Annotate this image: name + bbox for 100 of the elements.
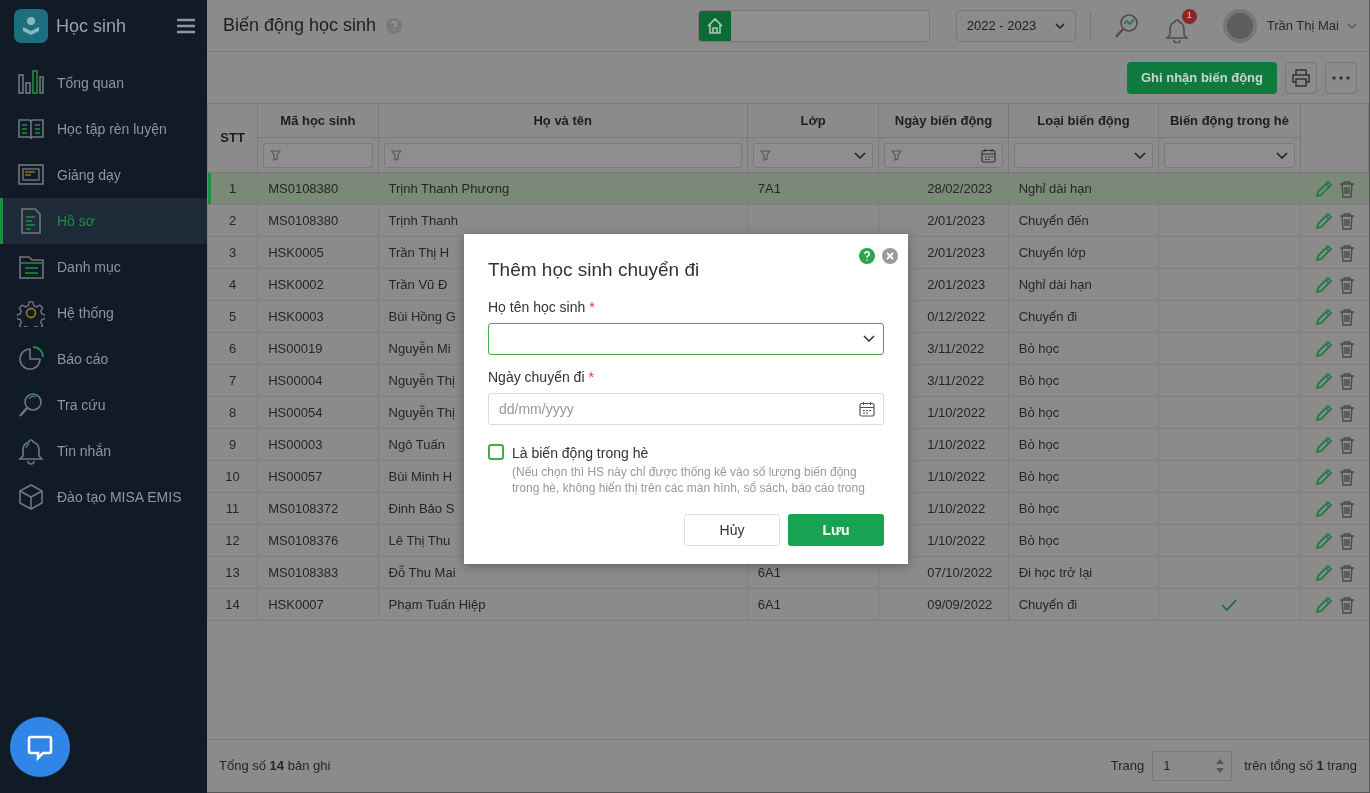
menu-icon[interactable] <box>177 18 195 34</box>
filter-field[interactable] <box>1013 142 1154 168</box>
help-icon[interactable] <box>386 17 403 34</box>
school-year-select[interactable]: 2022 - 2023 <box>955 9 1076 42</box>
table-cell: 3/11/2022 <box>927 340 985 356</box>
edit-button[interactable] <box>1314 211 1333 230</box>
table-cell: 2/01/2023 <box>927 212 986 228</box>
school-field[interactable] <box>697 9 930 42</box>
delete-button[interactable] <box>1338 307 1355 326</box>
sidebar-item[interactable]: Báo cáo <box>0 336 207 382</box>
notification-count: 1 <box>1181 8 1197 24</box>
table-cell: HSK0007 <box>268 596 324 612</box>
print-button[interactable] <box>1285 61 1317 94</box>
chat-button[interactable] <box>10 717 70 777</box>
lookup-button[interactable] <box>1112 12 1139 39</box>
cube-icon <box>17 483 45 511</box>
table-cell: MS0108380 <box>268 180 339 196</box>
record-count: Tổng số 14 bản ghi <box>219 757 331 776</box>
home-icon <box>705 16 724 35</box>
delete-button[interactable] <box>1338 595 1355 614</box>
notification-button[interactable]: 1 <box>1164 8 1197 43</box>
delete-button[interactable] <box>1338 499 1355 518</box>
date-field[interactable]: dd/mm/yyyy <box>488 392 884 425</box>
table-cell: HSK0005 <box>268 244 324 260</box>
calendar-icon[interactable] <box>859 400 875 417</box>
edit-button[interactable] <box>1314 435 1333 454</box>
more-button[interactable] <box>1325 61 1357 94</box>
filter-field[interactable] <box>884 142 1003 168</box>
table-cell: HS00003 <box>268 436 323 452</box>
edit-button[interactable] <box>1314 307 1333 326</box>
printer-icon <box>1291 68 1311 87</box>
filter-field[interactable] <box>752 142 874 168</box>
sidebar-item[interactable]: Danh mục <box>0 244 207 290</box>
delete-button[interactable] <box>1338 179 1355 198</box>
edit-button[interactable] <box>1314 243 1333 262</box>
delete-button[interactable] <box>1338 403 1355 422</box>
table-cell: Lê Thị Thu <box>388 532 451 548</box>
trash-icon <box>1338 531 1355 550</box>
edit-button[interactable] <box>1314 275 1333 294</box>
sidebar-item[interactable]: Đào tạo MISA EMIS <box>0 474 207 520</box>
trash-icon <box>1338 403 1355 422</box>
column-header: Loại biến động <box>1008 103 1159 138</box>
trash-icon <box>1338 595 1355 614</box>
edit-button[interactable] <box>1314 339 1333 358</box>
summer-checkbox[interactable] <box>488 443 504 460</box>
pencil-icon <box>1314 531 1333 550</box>
table-cell: Chuyển đi <box>1018 308 1078 324</box>
student-select[interactable] <box>488 322 884 355</box>
delete-button[interactable] <box>1338 371 1355 390</box>
table-row[interactable]: 1 MS0108380 Trịnh Thanh Phương 7A1 28/02/2023 Nghỉ dài hạn <box>207 172 1369 205</box>
trash-icon <box>1338 179 1355 198</box>
sidebar-item[interactable]: Học tập rèn luyện <box>0 106 207 152</box>
bell-icon <box>1164 16 1189 43</box>
column-header: Ngày biến động <box>878 103 1009 138</box>
filter-field[interactable] <box>383 142 742 168</box>
delete-button[interactable] <box>1338 275 1355 294</box>
sidebar-item[interactable]: Hồ sơ <box>0 198 207 244</box>
edit-button[interactable] <box>1314 531 1333 550</box>
page-number-field[interactable]: 1 <box>1152 751 1233 781</box>
table-cell: 1/10/2022 <box>927 404 986 420</box>
delete-button[interactable] <box>1338 531 1355 550</box>
sidebar-item[interactable]: Tổng quan <box>0 60 207 106</box>
sidebar-item[interactable]: Tin nhắn <box>0 428 207 474</box>
delete-button[interactable] <box>1338 435 1355 454</box>
user-avatar[interactable] <box>1222 8 1257 43</box>
delete-button[interactable] <box>1338 243 1355 262</box>
edit-button[interactable] <box>1314 563 1333 582</box>
trash-icon <box>1338 435 1355 454</box>
filter-field[interactable] <box>1164 142 1295 168</box>
page-label: Trang <box>1110 757 1145 776</box>
edit-button[interactable] <box>1314 179 1333 198</box>
sidebar-item[interactable]: Hệ thống <box>0 290 207 336</box>
edit-button[interactable] <box>1314 467 1333 486</box>
close-icon[interactable] <box>882 248 898 264</box>
pie-chart-icon <box>17 345 45 373</box>
sidebar-item[interactable]: Giảng dạy <box>0 152 207 198</box>
filter-icon <box>759 149 771 161</box>
table-row[interactable]: 2 MS0108380 Trịnh Thanh 2/01/2023 Chuyển đến <box>207 204 1369 237</box>
filter-field[interactable] <box>263 142 373 168</box>
user-menu[interactable]: Trần Thị Mai <box>1266 15 1357 36</box>
table-row[interactable]: 14 HSK0007 Phạm Tuấn Hiệp 6A1 09/09/2022 Chuyển đi <box>207 588 1369 621</box>
save-button[interactable]: Lưu <box>788 514 884 546</box>
delete-button[interactable] <box>1338 339 1355 358</box>
cancel-button[interactable]: Hủy <box>684 514 780 546</box>
record-change-button[interactable]: Ghi nhận biến động <box>1126 61 1277 94</box>
delete-button[interactable] <box>1338 467 1355 486</box>
trash-icon <box>1338 467 1355 486</box>
table-cell: MS0108376 <box>268 532 339 548</box>
folder-icon <box>17 253 45 281</box>
edit-button[interactable] <box>1314 499 1333 518</box>
delete-button[interactable] <box>1338 211 1355 230</box>
dots-icon <box>1332 75 1350 80</box>
edit-button[interactable] <box>1314 371 1333 390</box>
edit-button[interactable] <box>1314 403 1333 422</box>
table-cell: Nghỉ dài hạn <box>1018 180 1092 196</box>
trash-icon <box>1338 371 1355 390</box>
edit-button[interactable] <box>1314 595 1333 614</box>
delete-button[interactable] <box>1338 563 1355 582</box>
sidebar-item[interactable]: Tra cứu <box>0 382 207 428</box>
help-icon[interactable] <box>859 248 875 264</box>
